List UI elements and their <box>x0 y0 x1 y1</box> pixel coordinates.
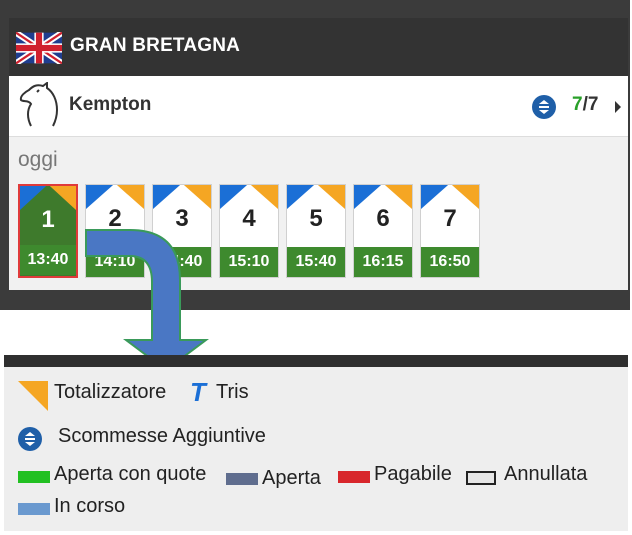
track-row[interactable]: Kempton 7/7 <box>9 76 628 137</box>
race-time: 15:40 <box>287 247 345 277</box>
race-tile[interactable]: 5 15:40 <box>286 184 346 278</box>
legend-aperta-con-quote: Aperta con quote <box>54 463 207 485</box>
horse-head-icon <box>19 82 59 127</box>
race-number: 6 <box>376 205 390 232</box>
race-tile[interactable]: 6 16:15 <box>353 184 413 278</box>
totalizzatore-icon <box>18 381 48 411</box>
race-time: 16:15 <box>354 247 412 277</box>
race-time: 13:40 <box>20 245 76 275</box>
country-name: GRAN BRETAGNA <box>70 35 241 56</box>
chevron-right-icon[interactable] <box>615 101 621 113</box>
swatch-annullata <box>466 471 496 485</box>
legend-in-corso: In corso <box>54 495 126 517</box>
legend-totalizzatore: Totalizzatore <box>54 381 167 403</box>
swatch-aperta <box>226 473 258 485</box>
tris-icon: T <box>190 377 206 407</box>
swatch-pagabile <box>338 471 370 483</box>
legend: Totalizzatore T Tris Scommesse Aggiuntiv… <box>4 355 628 531</box>
race-number: 4 <box>242 205 256 232</box>
race-tile[interactable]: 4 15:10 <box>219 184 279 278</box>
uk-flag-icon <box>16 32 62 64</box>
race-count: 7/7 <box>572 94 598 116</box>
swatch-aperta-con-quote <box>18 471 50 483</box>
legend-header-bar <box>4 355 628 367</box>
race-tile[interactable]: 7 16:50 <box>420 184 480 278</box>
swatch-in-corso <box>18 503 50 515</box>
extra-bets-icon[interactable] <box>532 95 556 119</box>
race-count-total: /7 <box>582 94 599 115</box>
race-count-open: 7 <box>572 94 583 115</box>
country-header[interactable]: GRAN BRETAGNA <box>9 18 628 76</box>
race-tile[interactable]: 1 13:40 <box>18 184 78 278</box>
race-time: 16:50 <box>421 247 479 277</box>
race-number: 5 <box>309 205 323 232</box>
curved-arrow-icon <box>85 229 209 372</box>
race-time: 15:10 <box>220 247 278 277</box>
race-number: 7 <box>443 205 457 232</box>
extra-bets-legend-icon <box>18 427 42 451</box>
day-label: oggi <box>18 148 58 171</box>
track-name: Kempton <box>69 94 152 115</box>
legend-pagabile: Pagabile <box>374 463 452 485</box>
race-number: 1 <box>41 206 55 233</box>
legend-scommesse-aggiuntive: Scommesse Aggiuntive <box>58 425 266 447</box>
legend-annullata: Annullata <box>504 463 588 485</box>
legend-tris: Tris <box>216 381 249 403</box>
legend-aperta: Aperta <box>262 467 321 489</box>
